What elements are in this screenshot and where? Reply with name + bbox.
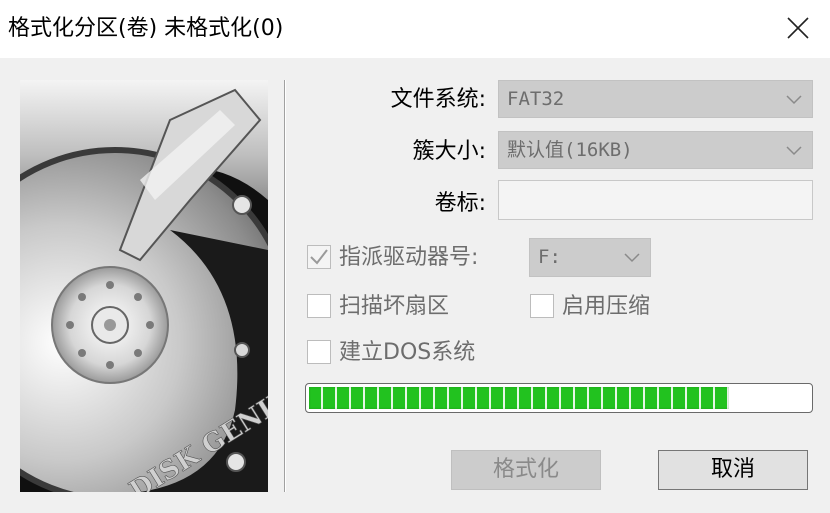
close-button[interactable] (768, 0, 830, 58)
assign-drive-letter-checkbox[interactable]: 指派驱动器号: (307, 243, 522, 273)
enable-compression-label: 启用压缩 (562, 294, 651, 319)
enable-compression-checkbox[interactable]: 启用压缩 (530, 292, 680, 322)
title-bar[interactable]: 格式化分区(卷) 未格式化(0) (0, 0, 830, 58)
window-title: 格式化分区(卷) 未格式化(0) (8, 16, 284, 41)
cluster-size-label: 簇大小: (412, 139, 486, 164)
check-icon (310, 249, 328, 265)
drive-letter-select[interactable]: F: (529, 238, 651, 277)
format-progress-bar (305, 383, 813, 413)
build-dos-system-checkbox[interactable]: 建立DOS系统 (307, 338, 507, 368)
cluster-size-select[interactable]: 默认值(16KB) (498, 131, 813, 169)
volume-label-input[interactable] (498, 180, 813, 220)
drive-letter-value: F: (538, 246, 561, 268)
scan-bad-sectors-label: 扫描坏扇区 (339, 294, 450, 319)
build-dos-system-label: 建立DOS系统 (339, 340, 476, 365)
progress-fill (309, 387, 729, 409)
hard-disk-picture: DISK GENIUS (20, 80, 268, 492)
assign-drive-letter-label: 指派驱动器号: (339, 245, 479, 270)
assign-drive-letter-box[interactable] (307, 245, 331, 269)
hard-disk-image: DISK GENIUS (20, 80, 268, 492)
format-button[interactable]: 格式化 (451, 450, 601, 490)
close-icon (787, 17, 809, 39)
cancel-button[interactable]: 取消 (658, 450, 808, 490)
volume-label-label: 卷标: (434, 191, 486, 216)
chevron-down-icon (624, 253, 640, 263)
scan-bad-sectors-box[interactable] (307, 294, 331, 318)
scan-bad-sectors-checkbox[interactable]: 扫描坏扇区 (307, 292, 487, 322)
vertical-divider (284, 80, 286, 492)
filesystem-select[interactable]: FAT32 (498, 80, 813, 118)
filesystem-label: 文件系统: (390, 87, 486, 112)
build-dos-system-box[interactable] (307, 340, 331, 364)
chevron-down-icon (786, 146, 802, 156)
enable-compression-box[interactable] (530, 294, 554, 318)
filesystem-value: FAT32 (507, 88, 565, 110)
cluster-size-value: 默认值(16KB) (507, 139, 633, 161)
format-partition-dialog: 格式化分区(卷) 未格式化(0) 文件系统: FAT32 簇大小: 默认值(16… (0, 0, 830, 513)
chevron-down-icon (786, 95, 802, 105)
